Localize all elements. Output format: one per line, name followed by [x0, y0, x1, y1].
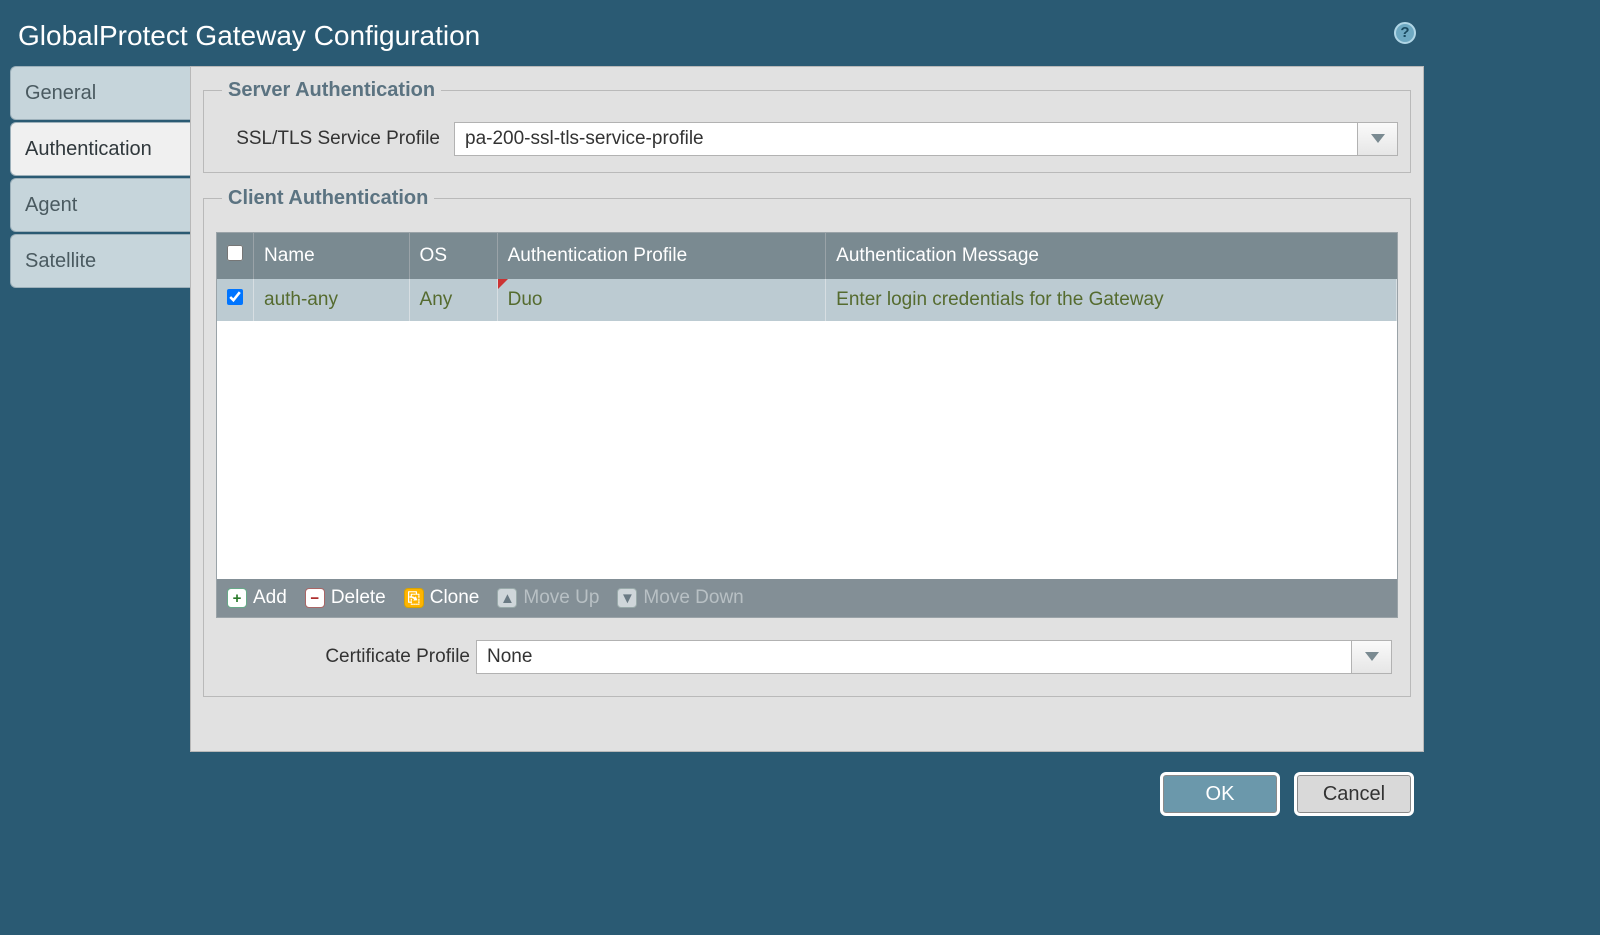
- select-all-checkbox[interactable]: [227, 245, 243, 261]
- add-button-label: Add: [253, 587, 287, 609]
- plus-icon: +: [227, 588, 247, 608]
- delete-button-label: Delete: [331, 587, 386, 609]
- ssl-profile-dropdown-button[interactable]: [1357, 123, 1397, 155]
- content-panel: Server Authentication SSL/TLS Service Pr…: [190, 66, 1424, 752]
- certificate-profile-input[interactable]: [477, 644, 1351, 670]
- clone-button-label: Clone: [430, 587, 480, 609]
- cell-auth-message[interactable]: Enter login credentials for the Gateway: [826, 279, 1397, 321]
- certificate-profile-label: Certificate Profile: [276, 646, 476, 668]
- tab-agent[interactable]: Agent: [10, 178, 190, 232]
- help-icon[interactable]: ?: [1394, 22, 1416, 44]
- client-auth-table: Name OS Authentication Profile Authentic…: [217, 233, 1397, 321]
- tab-authentication[interactable]: Authentication: [10, 122, 190, 176]
- row-checkbox[interactable]: [227, 289, 243, 305]
- delete-button[interactable]: − Delete: [305, 587, 386, 609]
- ssl-profile-combo[interactable]: [454, 122, 1398, 156]
- cell-auth-profile-text: Duo: [508, 289, 543, 310]
- cell-name[interactable]: auth-any: [254, 279, 410, 321]
- col-auth-profile[interactable]: Authentication Profile: [497, 233, 826, 279]
- col-name[interactable]: Name: [254, 233, 410, 279]
- table-row[interactable]: auth-any Any Duo Enter login credentials…: [217, 279, 1397, 321]
- dialog-body: General Authentication Agent Satellite S…: [10, 66, 1424, 752]
- client-authentication-fieldset: Client Authentication Name OS Authentica…: [203, 187, 1411, 697]
- dialog-button-bar: OK Cancel: [1160, 772, 1414, 816]
- move-up-button-label: Move Up: [523, 587, 599, 609]
- grid-toolbar: + Add − Delete ⎘ Clone ▲: [217, 579, 1397, 617]
- col-auth-message[interactable]: Authentication Message: [826, 233, 1397, 279]
- chevron-down-icon: [1365, 652, 1379, 662]
- tab-agent-label: Agent: [25, 194, 77, 217]
- chevron-down-icon: [1371, 134, 1385, 144]
- server-authentication-legend: Server Authentication: [222, 79, 441, 102]
- server-authentication-fieldset: Server Authentication SSL/TLS Service Pr…: [203, 79, 1411, 173]
- ssl-profile-input[interactable]: [455, 126, 1357, 152]
- add-button[interactable]: + Add: [227, 587, 287, 609]
- ok-button[interactable]: OK: [1160, 772, 1280, 816]
- tab-satellite[interactable]: Satellite: [10, 234, 190, 288]
- col-os[interactable]: OS: [409, 233, 497, 279]
- override-flag-icon: [498, 279, 508, 289]
- dialog-title: GlobalProtect Gateway Configuration: [0, 0, 1434, 68]
- cancel-button[interactable]: Cancel: [1294, 772, 1414, 816]
- header-select-all[interactable]: [217, 233, 254, 279]
- certificate-profile-combo[interactable]: [476, 640, 1392, 674]
- move-down-button-label: Move Down: [643, 587, 743, 609]
- cell-os[interactable]: Any: [409, 279, 497, 321]
- grid-empty-area: [217, 321, 1397, 579]
- client-auth-grid: Name OS Authentication Profile Authentic…: [216, 232, 1398, 618]
- clone-icon: ⎘: [404, 588, 424, 608]
- move-up-button[interactable]: ▲ Move Up: [497, 587, 599, 609]
- tab-authentication-label: Authentication: [25, 138, 152, 161]
- minus-icon: −: [305, 588, 325, 608]
- cell-auth-profile[interactable]: Duo: [497, 279, 826, 321]
- table-header-row: Name OS Authentication Profile Authentic…: [217, 233, 1397, 279]
- cancel-button-label: Cancel: [1323, 783, 1385, 806]
- tab-strip: General Authentication Agent Satellite: [10, 66, 190, 752]
- tab-general[interactable]: General: [10, 66, 190, 120]
- row-checkbox-cell[interactable]: [217, 279, 254, 321]
- client-authentication-legend: Client Authentication: [222, 187, 434, 210]
- ssl-profile-label: SSL/TLS Service Profile: [216, 128, 446, 150]
- tab-satellite-label: Satellite: [25, 250, 96, 273]
- certificate-profile-row: Certificate Profile: [276, 640, 1392, 674]
- arrow-up-icon: ▲: [497, 588, 517, 608]
- clone-button[interactable]: ⎘ Clone: [404, 587, 480, 609]
- ssl-profile-row: SSL/TLS Service Profile: [216, 122, 1398, 156]
- dialog-frame: GlobalProtect Gateway Configuration ? Ge…: [0, 0, 1434, 830]
- move-down-button[interactable]: ▼ Move Down: [617, 587, 743, 609]
- arrow-down-icon: ▼: [617, 588, 637, 608]
- tab-general-label: General: [25, 82, 96, 105]
- ok-button-label: OK: [1206, 783, 1235, 806]
- certificate-profile-dropdown-button[interactable]: [1351, 641, 1391, 673]
